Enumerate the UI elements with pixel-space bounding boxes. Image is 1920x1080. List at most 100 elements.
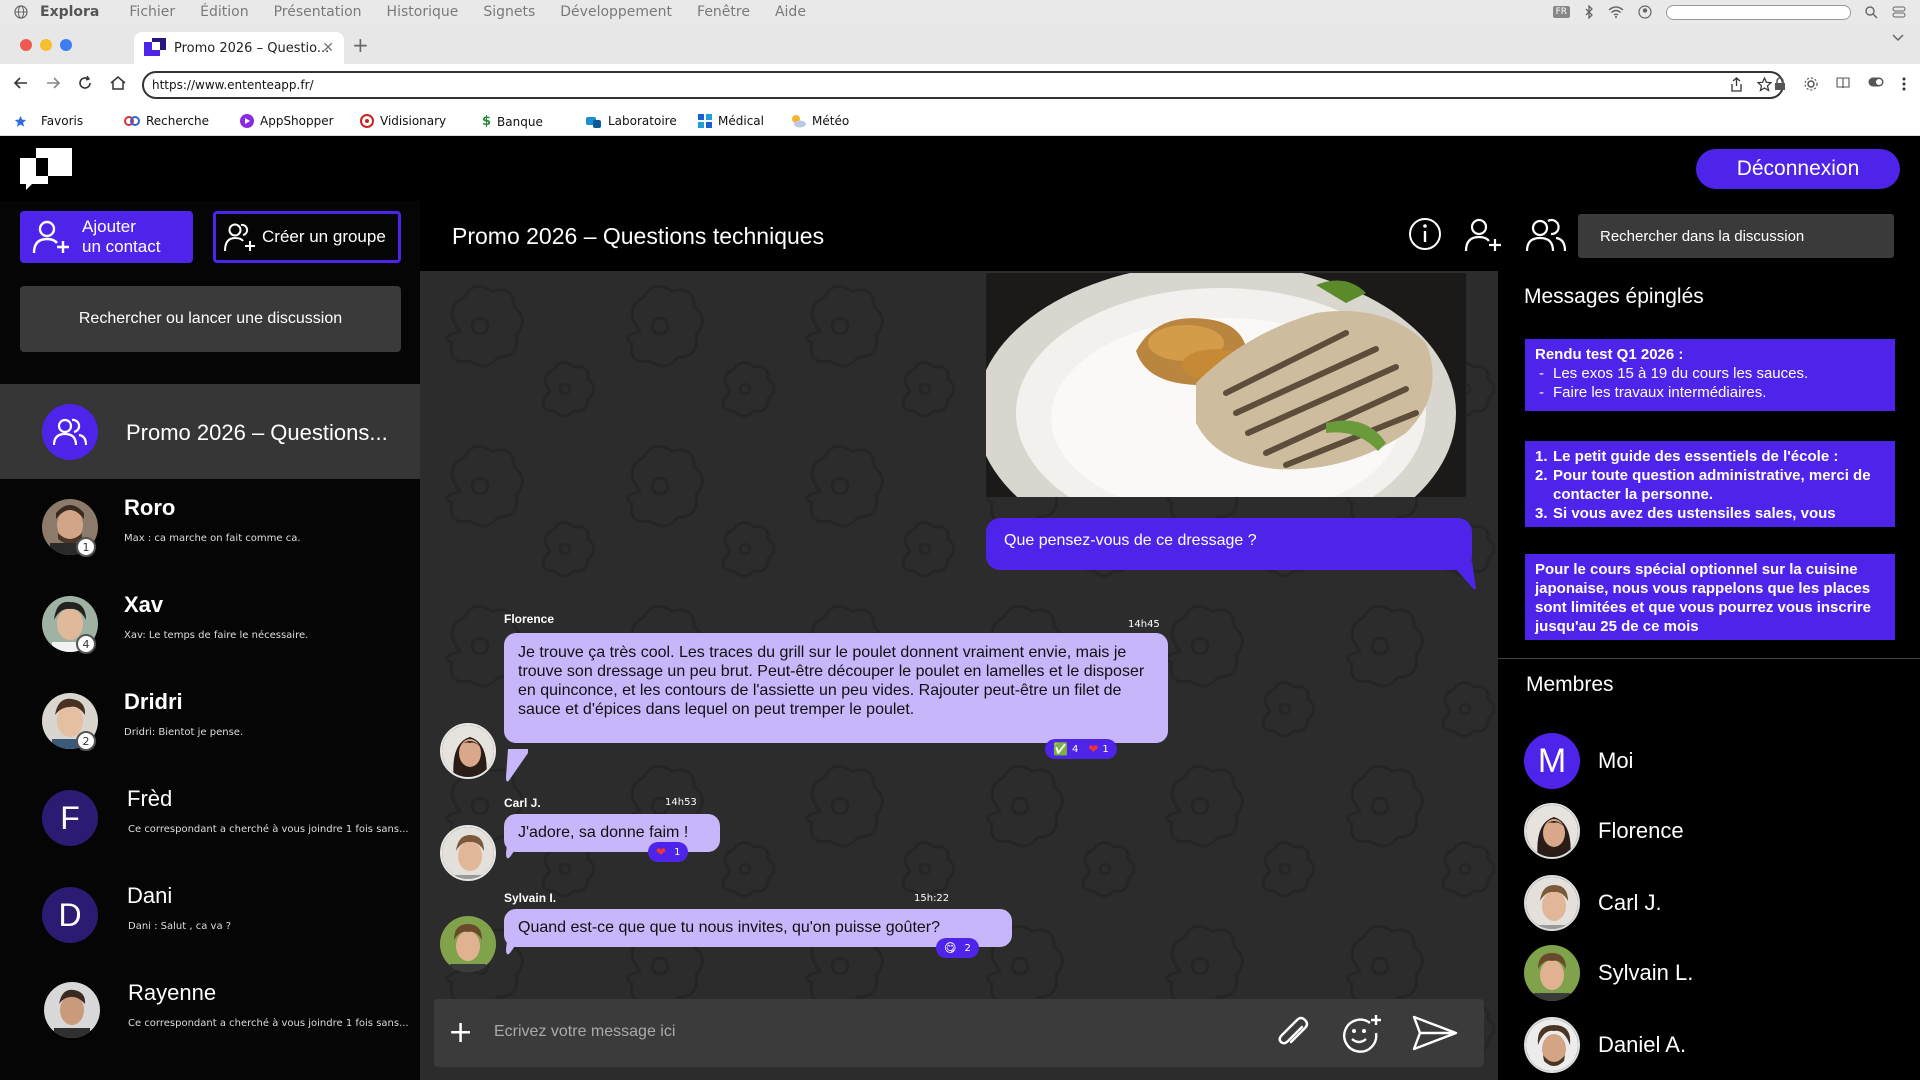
browser-tab-active[interactable]: Promo 2026 – Questio... ✕ bbox=[134, 32, 344, 64]
avatar-sylvain[interactable] bbox=[440, 916, 496, 972]
more-menu-icon[interactable] bbox=[1902, 77, 1906, 91]
avatar-carl[interactable] bbox=[440, 825, 496, 881]
message-composer: + Ecrivez votre message ici bbox=[434, 999, 1484, 1067]
menu-aide[interactable]: Aide bbox=[775, 4, 806, 20]
message-input[interactable]: Ecrivez votre message ici bbox=[494, 1023, 675, 1041]
bookmark-label: Médical bbox=[718, 114, 764, 128]
conversation-item-rayenne[interactable]: Rayenne Ce correspondant a cherché à vou… bbox=[0, 964, 420, 1061]
group-members-icon[interactable] bbox=[1526, 217, 1566, 253]
pinned-message[interactable]: Rendu test Q1 2026 : Les exos 15 à 19 du… bbox=[1525, 339, 1895, 411]
conversation-item-roro[interactable]: 1 Roro Max : ca marche on fait comme ca. bbox=[0, 479, 420, 576]
globe-icon[interactable] bbox=[14, 0, 40, 24]
window-minimize-button[interactable] bbox=[40, 39, 52, 51]
input-flag-icon[interactable]: FR bbox=[1552, 6, 1570, 18]
menu-presentation[interactable]: Présentation bbox=[274, 4, 362, 20]
share-icon[interactable] bbox=[1730, 77, 1743, 92]
bookmark-banque[interactable]: $ Banque bbox=[482, 114, 543, 129]
lab-icon bbox=[586, 114, 602, 128]
bluetooth-icon[interactable] bbox=[1584, 5, 1594, 19]
chat-search-input[interactable]: Rechercher dans la discussion bbox=[1578, 214, 1894, 258]
add-contact-label-line2: un contact bbox=[82, 237, 161, 256]
member-item-daniel[interactable]: Daniel A. bbox=[1524, 1017, 1686, 1073]
conversation-name: Dridri bbox=[124, 689, 183, 714]
create-group-button[interactable]: Créer un groupe bbox=[213, 211, 401, 263]
pinned-message[interactable]: Pour le cours spécial optionnel sur la c… bbox=[1525, 554, 1895, 640]
conversation-item-promo-2026[interactable]: Promo 2026 – Questions... bbox=[0, 384, 420, 479]
reaction-pill[interactable]: ✅ 4 ❤ 1 bbox=[1045, 739, 1117, 759]
control-center-icon[interactable] bbox=[1892, 5, 1906, 19]
message-author: Florence bbox=[504, 612, 555, 626]
avatar-florence[interactable] bbox=[440, 723, 496, 779]
new-tab-icon[interactable]: + bbox=[352, 33, 369, 57]
window-zoom-button[interactable] bbox=[60, 39, 72, 51]
bookmark-star-icon[interactable] bbox=[1757, 77, 1772, 92]
tab-overview-chevron-icon[interactable] bbox=[1892, 34, 1904, 42]
settings-gear-icon[interactable] bbox=[1804, 77, 1818, 91]
address-bar[interactable]: https://www.ententeapp.fr/ bbox=[142, 71, 1784, 99]
message-bubble-carl[interactable]: J'adore, sa donne faim ! bbox=[504, 814, 720, 852]
menu-historique[interactable]: Historique bbox=[387, 4, 459, 20]
menu-edition[interactable]: Édition bbox=[200, 4, 248, 20]
bookmark-label: Favoris bbox=[41, 114, 84, 128]
member-item-moi[interactable]: M Moi bbox=[1524, 733, 1633, 789]
shared-food-photo[interactable] bbox=[986, 273, 1466, 497]
bookmark-laboratoire[interactable]: Laboratoire bbox=[586, 114, 677, 128]
menu-signets[interactable]: Signets bbox=[483, 4, 535, 20]
conversation-item-xav[interactable]: 4 Xav Xav: Le temps de faire le nécessai… bbox=[0, 576, 420, 673]
conversation-search-input[interactable]: Rechercher ou lancer une discussion bbox=[20, 286, 401, 352]
spotlight-search-icon[interactable] bbox=[1865, 5, 1878, 19]
bookmark-favoris[interactable]: Favoris bbox=[14, 114, 83, 128]
emoji-add-icon[interactable] bbox=[1340, 1013, 1384, 1053]
message-bubble-florence[interactable]: Je trouve ça très cool. Les traces du gr… bbox=[504, 633, 1168, 743]
my-message-bubble[interactable]: Que pensez-vous de ce dressage ? bbox=[986, 518, 1472, 570]
conversation-item-dani[interactable]: D Dani Dani : Salut , ca va ? bbox=[0, 867, 420, 964]
bookmark-meteo[interactable]: Météo bbox=[790, 114, 849, 128]
reader-icon[interactable] bbox=[1836, 77, 1850, 91]
menu-app-name[interactable]: Explora bbox=[40, 4, 99, 20]
checkmark-emoji-icon: ✅ bbox=[1053, 742, 1068, 756]
chat-messages-area[interactable]: Que pensez-vous de ce dressage ? Florenc… bbox=[420, 271, 1498, 1080]
wifi-icon[interactable] bbox=[1608, 6, 1624, 18]
chat-title: Promo 2026 – Questions techniques bbox=[452, 223, 825, 249]
member-item-sylvain[interactable]: Sylvain L. bbox=[1524, 945, 1693, 1001]
menu-fichier[interactable]: Fichier bbox=[129, 4, 175, 20]
logout-button[interactable]: Déconnexion bbox=[1696, 149, 1900, 189]
lock-extension-icon[interactable] bbox=[1774, 77, 1786, 91]
paperclip-icon[interactable] bbox=[1272, 1013, 1312, 1053]
member-item-florence[interactable]: Florence bbox=[1524, 803, 1684, 859]
add-attachment-plus-icon[interactable]: + bbox=[448, 1018, 473, 1048]
bookmark-medical[interactable]: Médical bbox=[698, 114, 764, 128]
conversation-item-fred[interactable]: F Frèd Ce correspondant a cherché à vous… bbox=[0, 770, 420, 867]
menu-search-field[interactable] bbox=[1666, 4, 1851, 20]
reaction-pill[interactable]: 😋 2 bbox=[936, 938, 979, 958]
app-logo-icon[interactable] bbox=[20, 148, 72, 190]
panel-divider bbox=[1498, 658, 1920, 659]
home-icon[interactable] bbox=[110, 76, 126, 90]
bookmark-vidisionary[interactable]: Vidisionary bbox=[360, 114, 446, 128]
send-icon[interactable] bbox=[1412, 1013, 1458, 1053]
window-close-button[interactable] bbox=[20, 39, 32, 51]
member-item-carl[interactable]: Carl J. bbox=[1524, 875, 1662, 931]
menu-fenetre[interactable]: Fenêtre bbox=[697, 4, 750, 20]
reload-icon[interactable] bbox=[78, 76, 92, 90]
bookmark-appshopper[interactable]: AppShopper bbox=[240, 114, 334, 128]
conversation-preview: Ce correspondant a cherché à vous joindr… bbox=[128, 1018, 409, 1029]
info-icon[interactable] bbox=[1408, 217, 1442, 253]
pinned-messages-title: Messages épinglés bbox=[1524, 285, 1704, 308]
menu-developpement[interactable]: Développement bbox=[560, 4, 672, 20]
message-bubble-sylvain[interactable]: Quand est-ce que que tu nous invites, qu… bbox=[504, 909, 1012, 947]
user-account-icon[interactable] bbox=[1638, 5, 1652, 19]
toggle-extension-icon[interactable] bbox=[1868, 77, 1884, 91]
bookmark-recherche[interactable]: Recherche bbox=[124, 114, 209, 128]
conversation-item-dridri[interactable]: 2 Dridri Dridri: Bientot je pense. bbox=[0, 673, 420, 770]
conversation-name: Frèd bbox=[127, 786, 173, 811]
pinned-bullet: Les exos 15 à 19 du cours les sauces. bbox=[1535, 364, 1885, 383]
forward-arrow-icon[interactable] bbox=[46, 76, 60, 90]
reaction-pill[interactable]: ❤ 1 bbox=[648, 842, 689, 862]
tab-close-icon[interactable]: ✕ bbox=[322, 40, 334, 56]
pinned-message[interactable]: 1. Le petit guide des essentiels de l'éco… bbox=[1525, 441, 1895, 527]
app-header: Déconnexion bbox=[0, 137, 1920, 201]
back-arrow-icon[interactable] bbox=[14, 76, 28, 90]
add-contact-button[interactable]: Ajouter un contact bbox=[20, 211, 193, 263]
add-member-icon[interactable] bbox=[1464, 217, 1504, 253]
